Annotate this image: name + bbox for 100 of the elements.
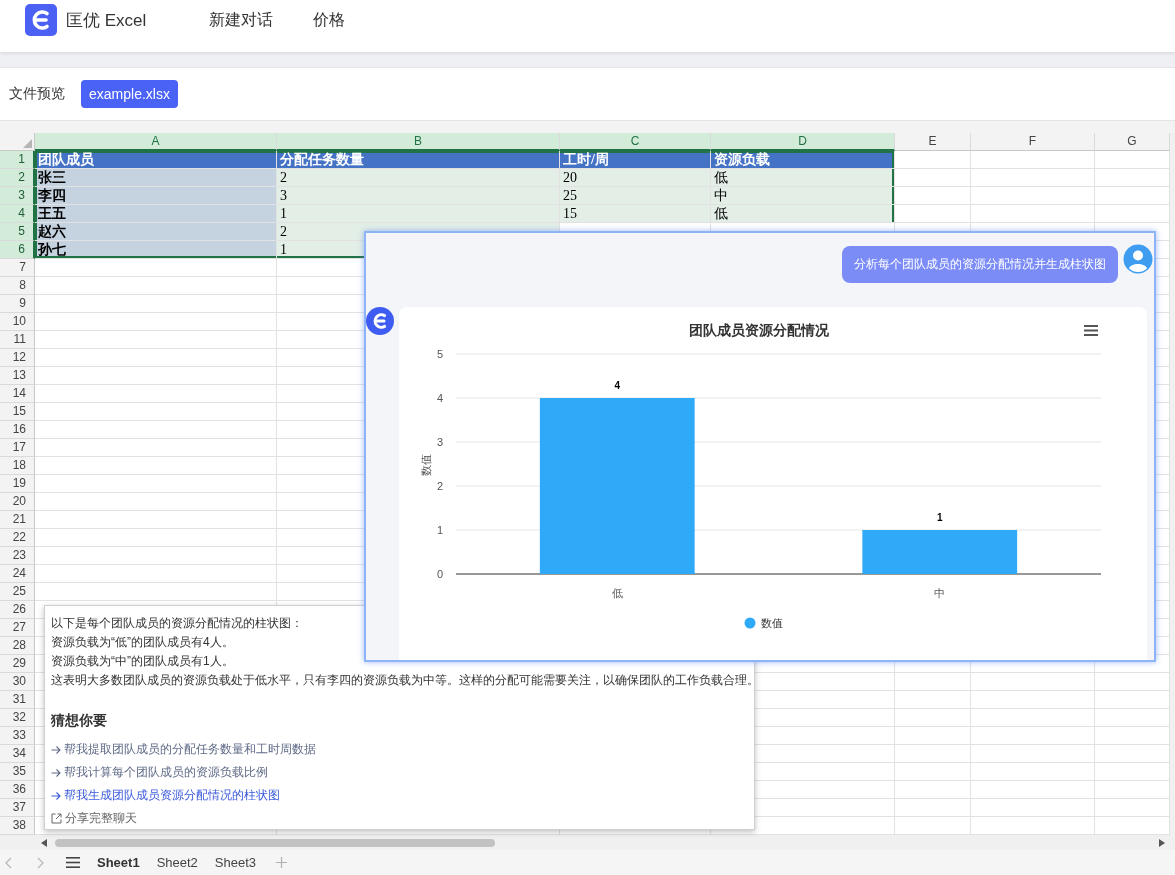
row-header[interactable]: 19 <box>0 475 35 493</box>
row-header[interactable]: 10 <box>0 313 35 331</box>
row-header[interactable]: 9 <box>0 295 35 313</box>
axis-tick-label: 0 <box>436 568 443 580</box>
table-cell: 张三 <box>35 169 277 187</box>
logo-icon <box>25 4 57 36</box>
menu-icon[interactable] <box>1084 324 1098 336</box>
file-tab[interactable]: example.xlsx <box>81 80 178 108</box>
column-header[interactable]: G <box>1095 133 1170 151</box>
chevron-left-icon[interactable] <box>5 856 12 869</box>
suggestion-link[interactable]: 帮我提取团队成员的分配任务数量和工时周数据 <box>51 738 316 761</box>
triangle-right-icon[interactable] <box>1159 838 1165 847</box>
row-header[interactable]: 8 <box>0 277 35 295</box>
table-cell: 低 <box>711 169 895 187</box>
row-header[interactable]: 37 <box>0 799 35 817</box>
row-header[interactable]: 31 <box>0 691 35 709</box>
data-label: 1 <box>936 512 943 523</box>
nav-link[interactable]: 价格 <box>313 9 345 31</box>
row-header[interactable]: 26 <box>0 601 35 619</box>
row-header[interactable]: 16 <box>0 421 35 439</box>
row-header[interactable]: 22 <box>0 529 35 547</box>
table-cell: 25 <box>560 187 711 205</box>
row-header[interactable]: 20 <box>0 493 35 511</box>
axis-category-label: 中 <box>934 587 946 599</box>
axis-category-label: 低 <box>611 587 623 599</box>
preview-label: 文件预览 <box>9 85 65 103</box>
arrow-right-icon <box>51 790 61 801</box>
table-cell: 工时/周 <box>560 151 711 169</box>
table-cell: 团队成员 <box>35 151 277 169</box>
sheet-tab[interactable]: Sheet1 <box>97 855 140 870</box>
menu-icon[interactable] <box>66 857 80 868</box>
data-label: 4 <box>614 380 621 391</box>
row-header[interactable]: 29 <box>0 655 35 673</box>
triangle-left-icon[interactable] <box>41 838 47 847</box>
axis-tick-label: 1 <box>436 524 443 536</box>
scrollbar-thumb[interactable] <box>55 838 495 847</box>
arrow-right-icon <box>51 767 61 778</box>
row-header[interactable]: 5 <box>0 223 35 241</box>
chart-title: 团队成员资源分配情况 <box>689 321 829 339</box>
table-cell: 3 <box>277 187 560 205</box>
row-header[interactable]: 36 <box>0 781 35 799</box>
row-header[interactable]: 3 <box>0 187 35 205</box>
row-header[interactable]: 28 <box>0 637 35 655</box>
table-cell: 15 <box>560 205 711 223</box>
suggestions-title: 猜想你要 <box>51 711 107 730</box>
row-header[interactable]: 15 <box>0 403 35 421</box>
column-header[interactable]: F <box>971 133 1095 151</box>
row-header[interactable]: 30 <box>0 673 35 691</box>
table-cell: 20 <box>560 169 711 187</box>
row-header[interactable]: 38 <box>0 817 35 835</box>
row-header[interactable]: 7 <box>0 259 35 277</box>
row-header[interactable]: 2 <box>0 169 35 187</box>
nav-link[interactable]: 新建对话 <box>209 9 273 31</box>
row-header[interactable]: 12 <box>0 349 35 367</box>
row-header[interactable]: 1 <box>0 151 35 169</box>
row-header[interactable]: 23 <box>0 547 35 565</box>
message-bubble: 分析每个团队成员的资源分配情况并生成柱状图 <box>842 246 1118 283</box>
row-header[interactable]: 27 <box>0 619 35 637</box>
row-header[interactable]: 34 <box>0 745 35 763</box>
row-header[interactable]: 18 <box>0 457 35 475</box>
row-header[interactable]: 11 <box>0 331 35 349</box>
axis-tick-label: 3 <box>436 436 443 448</box>
table-cell: 孙七 <box>35 241 277 259</box>
row-header[interactable]: 14 <box>0 385 35 403</box>
column-header[interactable]: E <box>895 133 971 151</box>
row-header[interactable]: 24 <box>0 565 35 583</box>
axis-tick-label: 4 <box>436 392 443 404</box>
table-cell: 分配任务数量 <box>277 151 560 169</box>
column-header[interactable]: A <box>35 133 277 151</box>
brand-name: 匡优 Excel <box>66 9 147 32</box>
table-cell: 中 <box>711 187 895 205</box>
suggestion-link[interactable]: 帮我生成团队成员资源分配情况的柱状图 <box>51 784 280 807</box>
share-link[interactable]: 分享完整聊天 <box>51 807 137 830</box>
suggestion-link[interactable]: 帮我计算每个团队成员的资源负载比例 <box>51 761 268 784</box>
table-cell: 资源负载 <box>711 151 895 169</box>
answer-text: 资源负载为“中”的团队成员有1人。 <box>51 653 234 670</box>
axis-tick-label: 2 <box>436 480 443 492</box>
table-cell: 李四 <box>35 187 277 205</box>
row-header[interactable]: 32 <box>0 709 35 727</box>
legend-label: 数值 <box>761 617 783 629</box>
column-header[interactable]: C <box>560 133 711 151</box>
arrow-right-icon <box>51 744 61 755</box>
plus-icon[interactable] <box>276 857 288 868</box>
sheet-tab[interactable]: Sheet2 <box>156 855 198 870</box>
answer-text: 这表明大多数团队成员的资源负载处于低水平，只有李四的资源负载为中等。这样的分配可能需要关注，以确保团队的工作负载合理。 <box>51 672 759 689</box>
table-cell: 赵六 <box>35 223 277 241</box>
sheet-tab[interactable]: Sheet3 <box>214 855 257 870</box>
row-header[interactable]: 33 <box>0 727 35 745</box>
row-header[interactable]: 4 <box>0 205 35 223</box>
answer-text: 资源负载为“低”的团队成员有4人。 <box>51 634 234 651</box>
table-cell: 2 <box>277 169 560 187</box>
chevron-right-icon[interactable] <box>37 856 44 869</box>
row-header[interactable]: 25 <box>0 583 35 601</box>
row-header[interactable]: 13 <box>0 367 35 385</box>
row-header[interactable]: 35 <box>0 763 35 781</box>
row-header[interactable]: 17 <box>0 439 35 457</box>
corner-triangle-icon[interactable] <box>23 139 32 148</box>
row-header[interactable]: 21 <box>0 511 35 529</box>
column-header[interactable]: B <box>277 133 560 151</box>
row-header[interactable]: 6 <box>0 241 35 259</box>
